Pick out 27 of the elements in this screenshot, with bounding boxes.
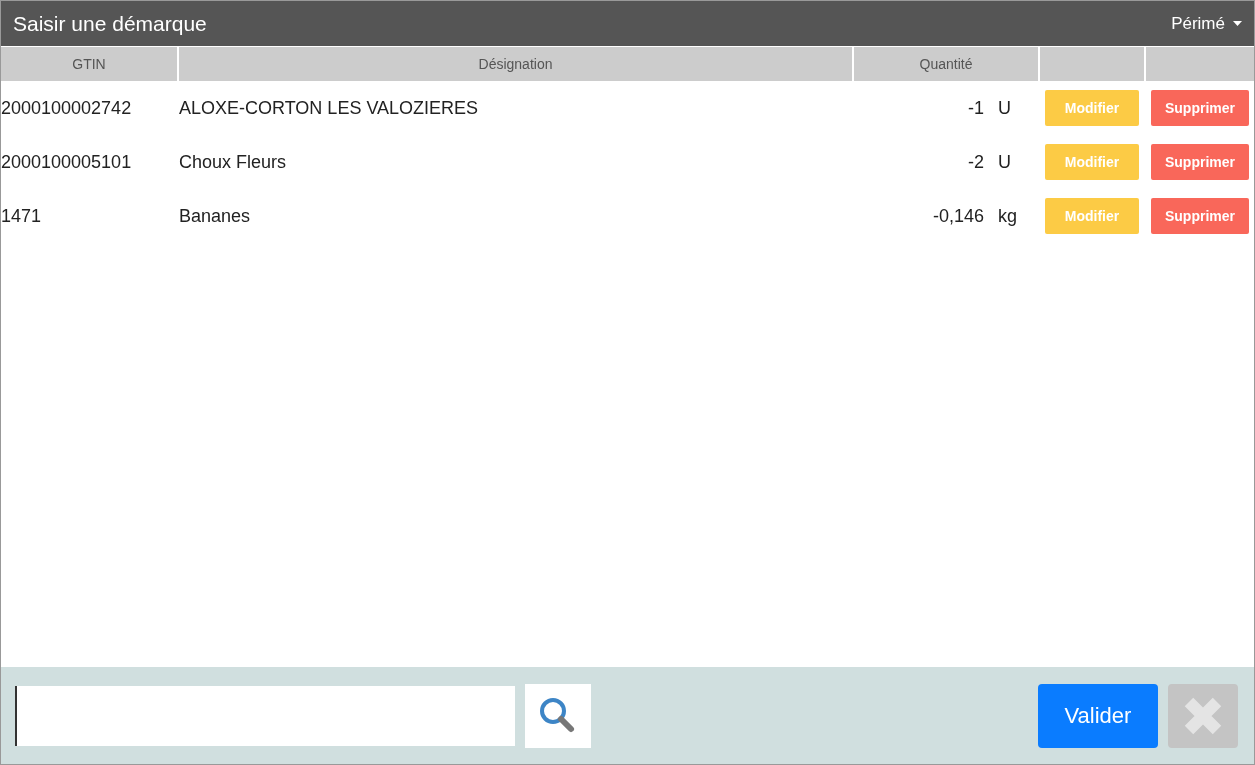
column-header: Désignation: [179, 47, 852, 81]
designation-cell-text: Choux Fleurs: [179, 151, 288, 173]
quantity-value: -1: [968, 97, 984, 119]
quantity-value: -0,146: [932, 205, 984, 227]
gtin-cell-text: 1471: [1, 205, 43, 227]
delete-button[interactable]: Supprimer: [1151, 144, 1249, 180]
gtin-cell-text: 2000100005101: [1, 151, 133, 173]
search-field[interactable]: [15, 685, 515, 746]
caret-icon: [1233, 21, 1242, 26]
window-title: Saisir une démarque: [13, 11, 207, 36]
edit-button[interactable]: Modifier: [1045, 198, 1139, 234]
edit-button[interactable]: Modifier: [1045, 90, 1139, 126]
unit-label: U: [998, 97, 1012, 119]
gtin-cell-text: 2000100002742: [1, 97, 133, 119]
designation-cell-text: Bananes: [179, 205, 252, 227]
quantity-value: -2: [968, 151, 984, 173]
delete-button[interactable]: Supprimer: [1151, 90, 1249, 126]
delete-button[interactable]: Supprimer: [1151, 198, 1249, 234]
search-button[interactable]: [525, 683, 591, 748]
designation-cell-text: ALOXE-CORTON LES VALOZIERES: [179, 97, 480, 119]
unit-label: kg: [998, 205, 1018, 227]
validate-button[interactable]: Valider: [1038, 683, 1158, 748]
column-header: Quantité: [854, 47, 1038, 81]
reason-dropdown[interactable]: Périmé: [1171, 13, 1242, 34]
unit-label: U: [998, 151, 1012, 173]
column-header: GTIN: [1, 47, 177, 81]
edit-button[interactable]: Modifier: [1045, 144, 1139, 180]
